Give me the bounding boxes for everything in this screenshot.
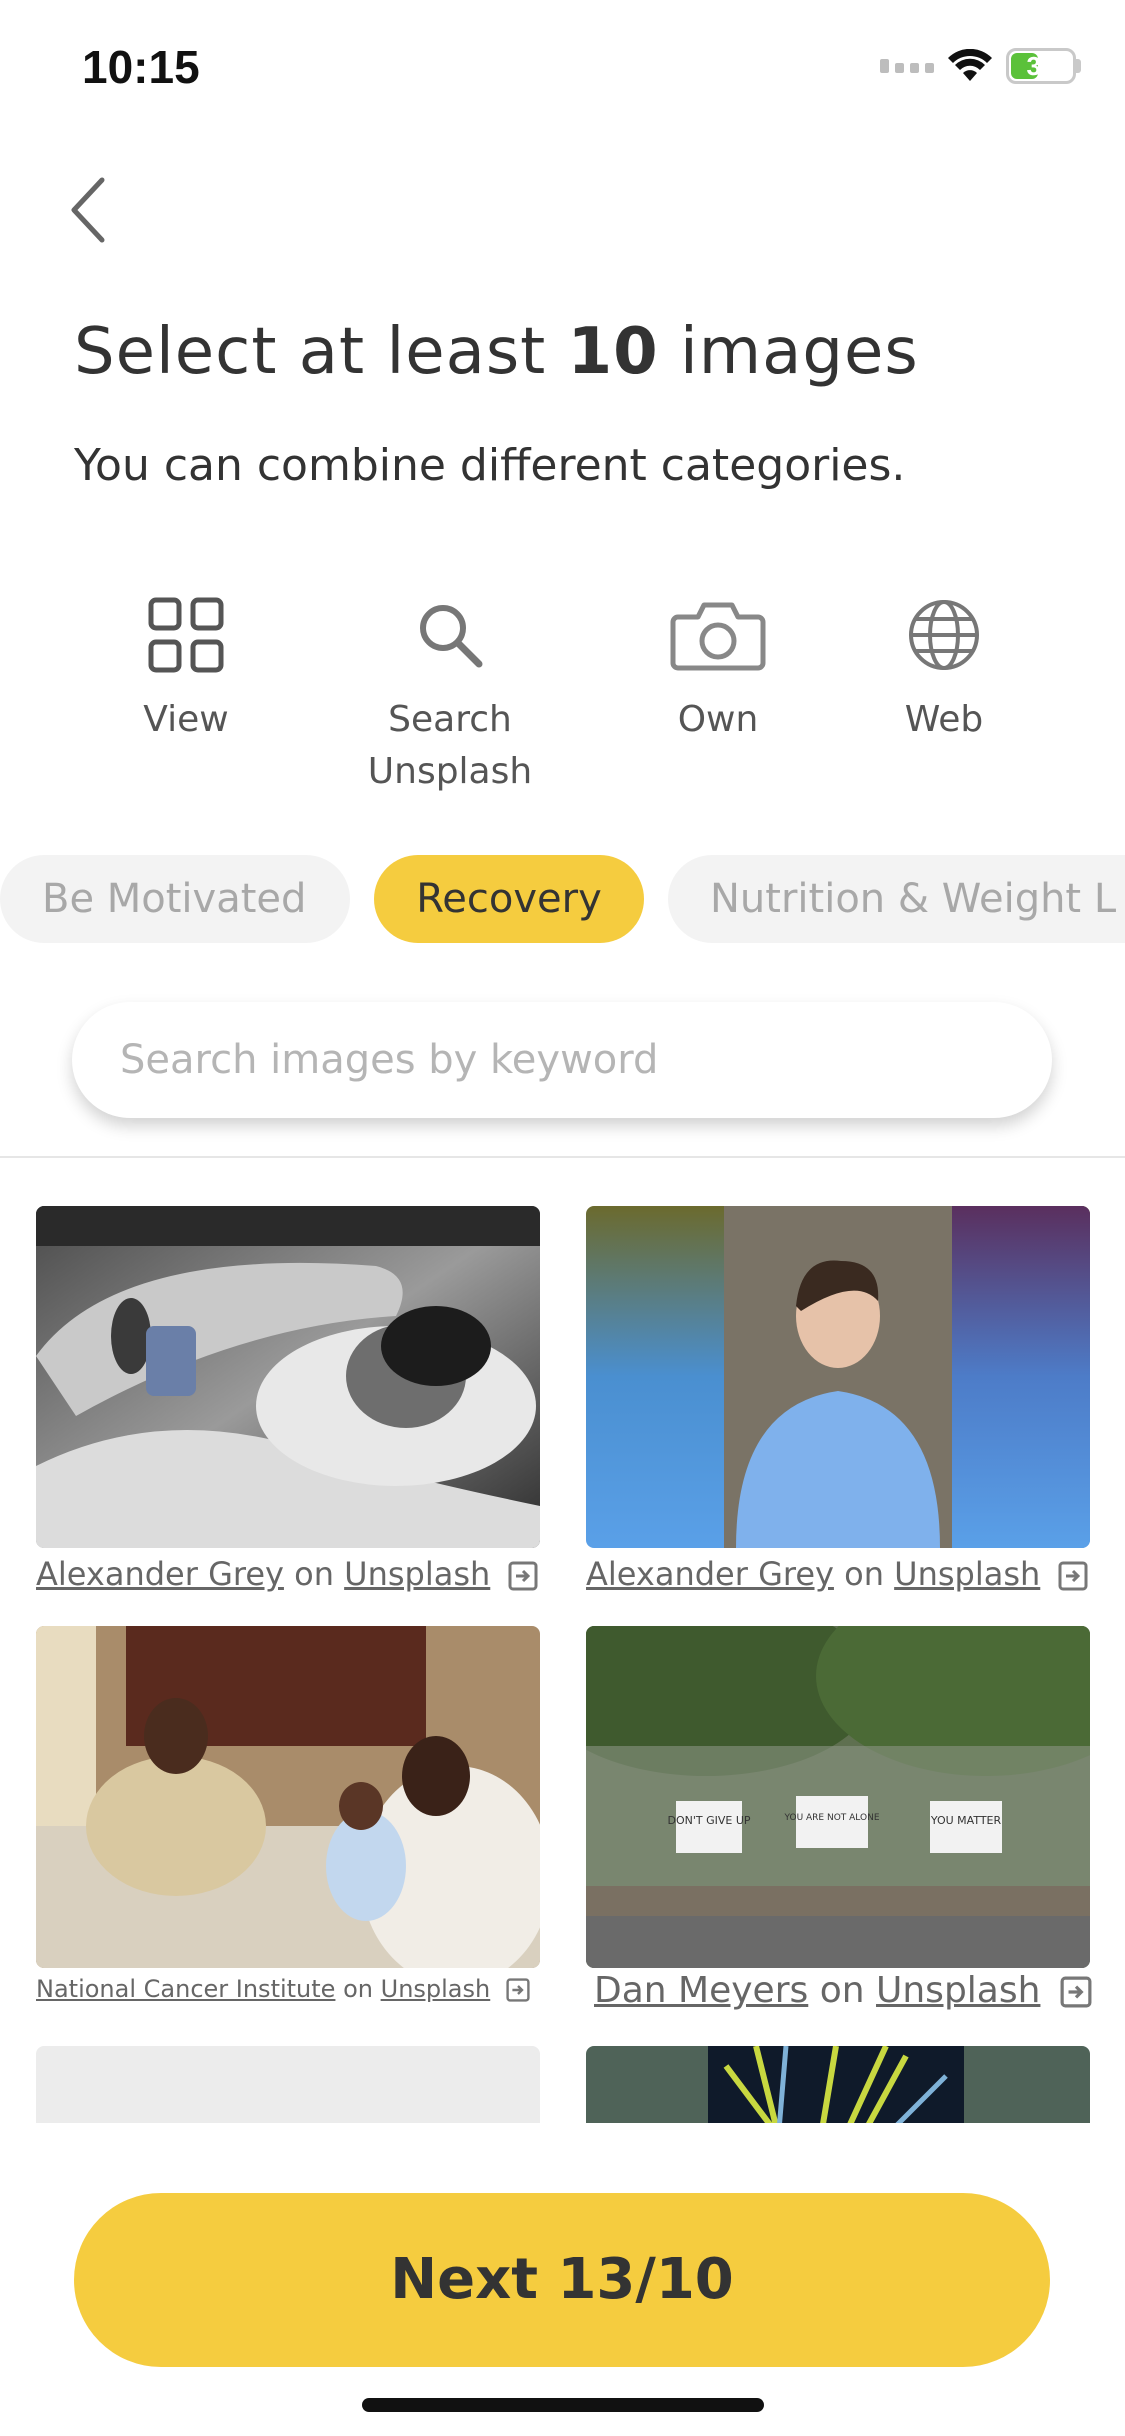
credit-on: on	[343, 1975, 373, 2003]
chip-be-motivated[interactable]: Be Motivated	[0, 855, 350, 943]
image-tile[interactable]	[586, 2046, 1090, 2123]
image-credit: National Cancer Institute on Unsplash	[36, 1975, 530, 2003]
chevron-left-icon	[71, 177, 105, 243]
search-icon	[420, 605, 483, 668]
fence-signs-photo: DON'T GIVE UP YOU ARE NOT ALONE YOU MATT…	[586, 1626, 1090, 1968]
globe-icon	[909, 600, 979, 670]
title-suffix: images	[658, 315, 919, 389]
unsplash-link[interactable]: Unsplash	[381, 1975, 491, 2003]
family-photo	[36, 1626, 540, 1968]
page-subtitle: You can combine different categories.	[74, 440, 906, 491]
credit-on: on	[819, 1970, 865, 2011]
image-tile[interactable]	[36, 2046, 540, 2123]
status-time: 10:15	[82, 41, 200, 93]
image-credit: Alexander Grey on Unsplash	[586, 1555, 1088, 1593]
camera-icon	[670, 602, 766, 671]
chip-nutrition-weight[interactable]: Nutrition & Weight L	[668, 855, 1125, 943]
source-own-button[interactable]: Own	[598, 590, 838, 746]
unsplash-link[interactable]: Unsplash	[876, 1970, 1040, 2011]
credit-on: on	[294, 1555, 334, 1593]
image-credit: Dan Meyers on Unsplash	[594, 1970, 1092, 2011]
title-prefix: Select at least	[74, 315, 568, 389]
chip-recovery[interactable]: Recovery	[374, 855, 644, 943]
patient-portrait-photo	[586, 1206, 1090, 1548]
back-button[interactable]	[60, 170, 120, 250]
home-indicator	[362, 2398, 764, 2412]
cellular-signal-icon	[880, 59, 934, 73]
image-tile[interactable]	[36, 1626, 540, 1968]
image-credit: Alexander Grey on Unsplash	[36, 1555, 538, 1593]
external-link-icon[interactable]	[1060, 1976, 1092, 2008]
author-link[interactable]: National Cancer Institute	[36, 1975, 335, 2003]
credit-on: on	[844, 1555, 884, 1593]
battery-level: 34	[1026, 51, 1056, 81]
next-button[interactable]: Next 13/10	[74, 2193, 1050, 2367]
grid-icon	[148, 597, 224, 673]
page-title: Select at least 10 images	[74, 315, 919, 389]
sign-text-3: YOU MATTER	[930, 1814, 1002, 1827]
source-search-unsplash-button[interactable]: Search Unsplash	[330, 590, 570, 798]
sign-text-1: DON'T GIVE UP	[667, 1814, 750, 1827]
image-tile[interactable]: DON'T GIVE UP YOU ARE NOT ALONE YOU MATT…	[586, 1626, 1090, 1968]
source-view-button[interactable]: View	[66, 590, 306, 746]
category-chips: Be Motivated Recovery Nutrition & Weight…	[0, 855, 1125, 945]
source-own-label: Own	[677, 699, 759, 740]
external-link-icon[interactable]	[506, 1978, 530, 2002]
unsplash-link[interactable]: Unsplash	[894, 1555, 1040, 1593]
source-web-label: Web	[904, 699, 984, 740]
battery-icon: 34	[1006, 48, 1081, 84]
unsplash-link[interactable]: Unsplash	[344, 1555, 490, 1593]
title-number: 10	[567, 315, 659, 389]
author-link[interactable]: Alexander Grey	[586, 1555, 834, 1593]
source-web-button[interactable]: Web	[824, 590, 1064, 746]
plant-photo	[586, 2046, 1090, 2123]
wifi-icon	[948, 49, 992, 81]
source-view-label: View	[143, 699, 229, 740]
image-grid: Alexander Grey on Unsplash Alexander Gre…	[0, 1158, 1125, 2123]
status-bar: 10:15 34	[0, 0, 1125, 130]
image-tile[interactable]	[36, 1206, 540, 1548]
hospital-patient-photo	[36, 1206, 540, 1548]
sign-text-2: YOU ARE NOT ALONE	[783, 1813, 879, 1823]
image-tile[interactable]	[586, 1206, 1090, 1548]
author-link[interactable]: Alexander Grey	[36, 1555, 284, 1593]
author-link[interactable]: Dan Meyers	[594, 1970, 808, 2011]
search-input[interactable]: Search images by keyword	[72, 1002, 1052, 1118]
image-source-options: View Search Unsplash Own Web	[0, 590, 1125, 810]
external-link-icon[interactable]	[1058, 1561, 1088, 1591]
source-search-unsplash-label: Search Unsplash	[367, 699, 533, 792]
external-link-icon[interactable]	[508, 1561, 538, 1591]
